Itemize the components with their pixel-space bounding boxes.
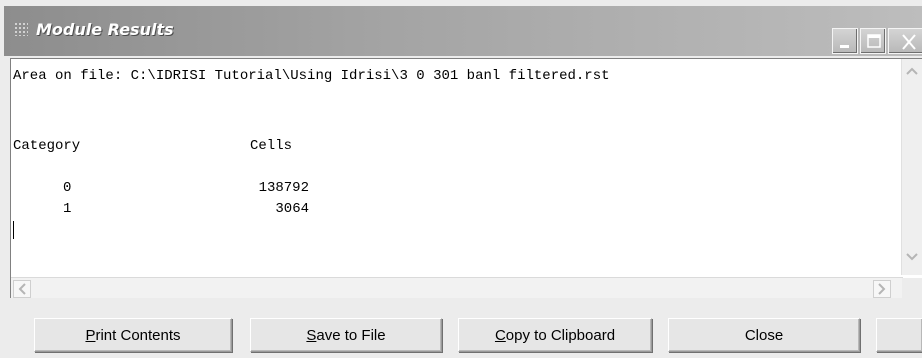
scroll-right-icon[interactable]: [873, 280, 891, 298]
print-contents-button[interactable]: Print Contents: [34, 318, 232, 352]
close-icon: [902, 34, 916, 50]
scrollbar-corner: [902, 278, 922, 298]
partial-button[interactable]: [876, 318, 922, 352]
save-label: ave to File: [316, 326, 386, 344]
results-text: Area on file: C:\IDRISI Tutorial\Using I…: [13, 61, 903, 275]
title-bar[interactable]: Module Results: [4, 6, 922, 56]
vertical-scrollbar[interactable]: [901, 59, 922, 275]
copy-label: opy to Clipboard: [505, 326, 616, 344]
cells-header: Cells: [250, 138, 293, 154]
horizontal-scrollbar[interactable]: [11, 277, 903, 298]
scroll-up-icon[interactable]: [904, 63, 920, 79]
window-icon: [14, 22, 28, 36]
row-1-cells: 3064: [275, 201, 309, 217]
category-header: Category: [13, 138, 81, 154]
copy-to-clipboard-button[interactable]: Copy to Clipboard: [458, 318, 652, 352]
button-bar: Print Contents Save to File Copy to Clip…: [0, 300, 922, 358]
close-button[interactable]: Close: [668, 318, 860, 352]
save-accel: S: [306, 326, 317, 344]
save-to-file-button[interactable]: Save to File: [250, 318, 442, 352]
row-0-category: 0: [63, 180, 72, 196]
minimize-button[interactable]: [832, 28, 858, 54]
window-title: Module Results: [36, 20, 174, 39]
module-results-window: Module Results Area on file: C:\IDRISI T…: [0, 0, 922, 358]
maximize-icon: [867, 34, 881, 48]
text-caret: [13, 221, 14, 239]
copy-accel: C: [494, 326, 506, 344]
scroll-down-icon[interactable]: [904, 249, 920, 265]
print-accel: P: [85, 326, 96, 344]
scroll-left-icon[interactable]: [13, 280, 31, 298]
row-0-cells: 138792: [258, 180, 309, 196]
close-window-button[interactable]: [888, 28, 922, 54]
maximize-button[interactable]: [860, 28, 886, 54]
results-text-area[interactable]: Area on file: C:\IDRISI Tutorial\Using I…: [10, 58, 922, 298]
area-file-line: Area on file: C:\IDRISI Tutorial\Using I…: [13, 68, 610, 84]
row-1-category: 1: [63, 201, 72, 217]
minimize-icon: [840, 45, 849, 48]
print-label: rint Contents: [95, 326, 181, 344]
